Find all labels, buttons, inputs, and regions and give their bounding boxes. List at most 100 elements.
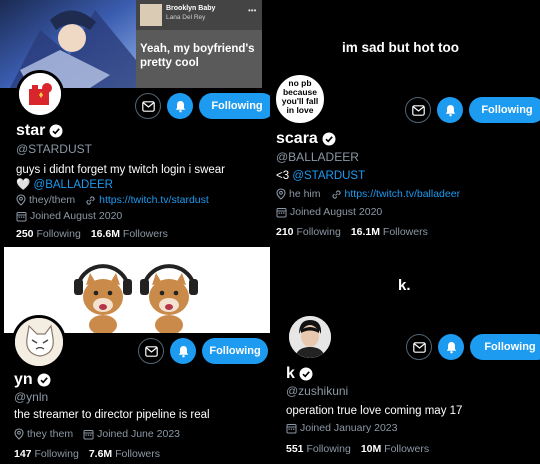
avatar-image xyxy=(289,316,331,358)
banner-post-text: Yeah, my boyfriend's pretty cool xyxy=(140,43,255,69)
joined-text: Joined June 2023 xyxy=(97,428,181,440)
bio-mention-link[interactable]: @BALLADEER xyxy=(34,179,113,191)
mail-icon xyxy=(144,345,158,357)
profile-handle: @zushikuni xyxy=(286,384,349,398)
pronouns-text: they them xyxy=(27,428,74,440)
calendar-icon xyxy=(276,207,287,217)
verified-badge-icon xyxy=(37,373,51,387)
notifications-button[interactable] xyxy=(167,93,193,119)
notifications-button[interactable] xyxy=(170,338,196,364)
joined-meta: Joined August 2020 xyxy=(16,210,122,222)
profile-name: k xyxy=(286,365,313,383)
profile-handle: @STARDUST xyxy=(16,142,92,156)
profile-link[interactable]: https://twitch.tv/balladeer xyxy=(345,188,461,200)
joined-item: Joined August 2020 xyxy=(276,206,382,218)
avatar[interactable]: no pb because you'll fall in love xyxy=(274,73,326,125)
follow-counts: 147 Following 7.6M Followers xyxy=(14,448,160,460)
display-name: star xyxy=(16,122,46,139)
avatar-image xyxy=(19,73,61,115)
location-pin-icon xyxy=(14,428,24,440)
joined-text: Joined August 2020 xyxy=(30,210,123,222)
display-name: scara xyxy=(276,130,318,147)
pronouns-item: they them xyxy=(14,428,73,440)
follow-counts: 250 Following 16.6M Followers xyxy=(16,228,168,240)
mail-icon xyxy=(411,104,425,116)
caption-text: k. xyxy=(398,277,411,294)
profile-meta: Joined January 2023 xyxy=(286,422,398,434)
following-count-link[interactable]: 210 Following xyxy=(276,226,341,238)
message-button[interactable] xyxy=(406,334,432,360)
following-button[interactable]: Following xyxy=(470,334,540,360)
followers-count-link[interactable]: 16.6M Followers xyxy=(91,228,168,240)
following-count-link[interactable]: 250 Following xyxy=(16,228,81,240)
following-count-link[interactable]: 147 Following xyxy=(14,448,79,460)
bell-icon xyxy=(445,104,455,116)
link-icon xyxy=(86,195,95,205)
calendar-icon xyxy=(83,429,94,439)
profile-name: scara xyxy=(276,130,336,148)
pronouns-text: he him xyxy=(289,188,321,200)
calendar-icon xyxy=(286,423,297,433)
message-button[interactable] xyxy=(405,97,431,123)
profile-bio: guys i didnt forget my twitch login i sw… xyxy=(16,163,225,193)
profile-link[interactable]: https://twitch.tv/stardust xyxy=(99,194,209,206)
avatar[interactable] xyxy=(16,70,64,118)
bio-prefix: <3 xyxy=(276,170,290,182)
profile-card-yn: Following yn @ynln the streamer to direc… xyxy=(0,245,270,464)
verified-badge-icon xyxy=(49,124,63,138)
display-name: k xyxy=(286,365,295,382)
avatar[interactable] xyxy=(12,315,66,369)
profile-name: yn xyxy=(14,371,51,389)
bio-text: guys i didnt forget my twitch login i sw… xyxy=(16,164,226,176)
following-button[interactable]: Following xyxy=(199,93,270,119)
bio-mention-link[interactable]: @STARDUST xyxy=(292,170,365,182)
banner-artist: Lana Del Rey xyxy=(166,14,206,21)
avatar-text: no pb because you'll fall in love xyxy=(281,78,319,115)
profile-handle: @BALLADEER xyxy=(276,150,359,164)
profile-card-star: Brooklyn Baby Lana Del Rey ••• Yeah, my … xyxy=(0,0,270,245)
follow-counts: 551 Following 10M Followers xyxy=(286,443,429,455)
notifications-button[interactable] xyxy=(437,97,463,123)
message-button[interactable] xyxy=(138,338,164,364)
banner-more-icon: ••• xyxy=(248,6,257,15)
message-button[interactable] xyxy=(135,93,161,119)
bell-icon xyxy=(446,341,456,353)
profile-bio: <3 @STARDUST xyxy=(276,170,365,182)
caption-text: im sad but hot too xyxy=(342,40,459,55)
profile-bio: the streamer to director pipeline is rea… xyxy=(14,409,210,421)
link-item[interactable]: https://twitch.tv/balladeer xyxy=(331,188,461,200)
profile-bio: operation true love coming may 17 xyxy=(286,405,463,417)
profile-meta: they/them https://twitch.tv/stardust xyxy=(16,194,209,206)
followers-count-link[interactable]: 16.1M Followers xyxy=(351,226,428,238)
profile-card-scara: im sad but hot too no pb because you'll … xyxy=(270,0,540,245)
following-button[interactable]: Following xyxy=(469,97,540,123)
pronouns-item: he him xyxy=(276,188,321,200)
followers-count-link[interactable]: 7.6M Followers xyxy=(89,448,160,460)
joined-item: Joined August 2020 xyxy=(16,210,122,222)
banner-song-title: Brooklyn Baby xyxy=(166,5,216,12)
notifications-button[interactable] xyxy=(438,334,464,360)
joined-item: Joined June 2023 xyxy=(83,428,180,440)
joined-meta: Joined August 2020 xyxy=(276,206,382,218)
follow-counts: 210 Following 16.1M Followers xyxy=(276,226,428,238)
location-pin-icon xyxy=(276,188,286,200)
link-item[interactable]: https://twitch.tv/stardust xyxy=(85,194,209,206)
followers-count-link[interactable]: 10M Followers xyxy=(361,443,429,455)
mail-icon xyxy=(141,100,155,112)
profile-handle: @ynln xyxy=(14,390,49,404)
profile-meta: they them Joined June 2023 xyxy=(14,428,180,440)
bio-heart: 🤍 xyxy=(16,179,31,191)
joined-item: Joined January 2023 xyxy=(286,422,398,434)
following-count-link[interactable]: 551 Following xyxy=(286,443,351,455)
calendar-icon xyxy=(16,211,27,221)
bell-icon xyxy=(178,345,188,357)
avatar[interactable] xyxy=(286,313,334,361)
profile-meta: he him https://twitch.tv/balladeer xyxy=(276,188,460,200)
following-button[interactable]: Following xyxy=(202,338,268,364)
avatar-image xyxy=(15,318,63,366)
profile-name: star xyxy=(16,122,63,140)
location-pin-icon xyxy=(16,194,26,206)
link-icon xyxy=(331,189,341,199)
bell-icon xyxy=(175,100,185,112)
pronouns-item: they/them xyxy=(16,194,75,206)
